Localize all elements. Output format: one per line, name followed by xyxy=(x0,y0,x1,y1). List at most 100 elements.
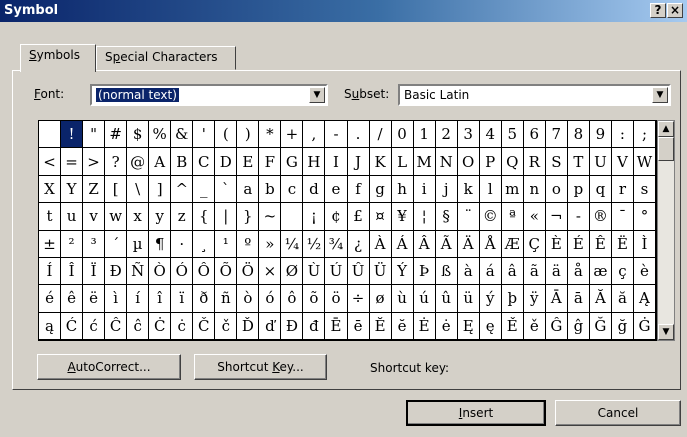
symbol-cell[interactable]: F xyxy=(259,148,282,176)
symbol-cell[interactable]: ø xyxy=(369,285,392,313)
symbol-cell[interactable]: Î xyxy=(61,257,84,286)
symbol-cell[interactable]: ) xyxy=(237,121,260,149)
symbol-cell[interactable]: ª xyxy=(501,203,524,231)
symbol-cell[interactable]: o xyxy=(545,175,568,204)
symbol-cell[interactable]: Đ xyxy=(281,312,304,340)
font-dropdown[interactable]: (normal text) ▼ xyxy=(90,84,328,106)
symbol-cell[interactable]: Ö xyxy=(237,257,260,286)
symbol-cell[interactable]: î xyxy=(149,285,172,313)
symbol-cell[interactable]: A xyxy=(149,148,172,176)
symbol-cell[interactable]: J xyxy=(347,148,370,176)
symbol-cell[interactable]: ¿ xyxy=(347,230,370,258)
symbol-cell[interactable]: V xyxy=(611,148,634,176)
symbol-cell[interactable]: Ç xyxy=(523,230,546,258)
symbol-cell[interactable]: Ë xyxy=(611,230,634,258)
symbol-cell[interactable]: - xyxy=(325,121,348,149)
symbol-cell[interactable]: Y xyxy=(61,175,84,204)
symbol-cell[interactable]: } xyxy=(237,203,260,231)
symbol-cell[interactable]: [ xyxy=(105,175,128,204)
symbol-cell[interactable]: 2 xyxy=(435,121,458,149)
symbol-cell[interactable]: ï xyxy=(171,285,194,313)
symbol-cell[interactable]: µ xyxy=(127,230,150,258)
symbol-cell[interactable]: B xyxy=(171,148,194,176)
symbol-cell[interactable]: * xyxy=(259,121,282,149)
symbol-cell[interactable]: v xyxy=(83,203,106,231)
symbol-cell[interactable]: E xyxy=(237,148,260,176)
symbol-cell[interactable]: ¬ xyxy=(545,203,568,231)
subset-dropdown[interactable]: Basic Latin ▼ xyxy=(398,84,671,106)
symbol-cell[interactable]: C xyxy=(193,148,216,176)
symbol-cell[interactable]: P xyxy=(479,148,502,176)
tab-symbols[interactable]: Symbols xyxy=(20,44,96,72)
symbol-cell[interactable]: â xyxy=(501,257,524,286)
symbol-cell[interactable]: = xyxy=(61,148,84,176)
symbol-cell[interactable]: 0 xyxy=(391,121,414,149)
symbol-cell[interactable]: ě xyxy=(523,312,546,340)
symbol-cell[interactable]: ¸ xyxy=(193,230,216,258)
symbol-cell[interactable]: Õ xyxy=(215,257,238,286)
symbol-cell[interactable]: » xyxy=(259,230,282,258)
symbol-cell[interactable]: ¢ xyxy=(325,203,348,231)
symbol-cell[interactable]: . xyxy=(347,121,370,149)
symbol-cell[interactable]: Â xyxy=(413,230,436,258)
symbol-cell[interactable]: û xyxy=(435,285,458,313)
symbol-cell[interactable]: ü xyxy=(457,285,480,313)
symbol-cell[interactable]: Æ xyxy=(501,230,524,258)
symbol-cell[interactable]: ¤ xyxy=(369,203,392,231)
symbol-cell[interactable]: ; xyxy=(633,121,656,149)
symbol-cell[interactable]: ą xyxy=(39,312,62,340)
symbol-cell[interactable]: ò xyxy=(237,285,260,313)
symbol-cell[interactable]: ¾ xyxy=(325,230,348,258)
symbol-cell[interactable]: D xyxy=(215,148,238,176)
cancel-button[interactable]: Cancel xyxy=(555,400,681,426)
symbol-cell[interactable]: à xyxy=(457,257,480,286)
symbol-cell[interactable]: $ xyxy=(127,121,150,149)
symbol-cell[interactable]: w xyxy=(105,203,128,231)
symbol-cell[interactable]: ñ xyxy=(215,285,238,313)
symbol-cell[interactable]: u xyxy=(61,203,84,231)
symbol-cell[interactable]: | xyxy=(215,203,238,231)
shortcut-key-button[interactable]: Shortcut Key... xyxy=(194,354,327,380)
symbol-cell[interactable]: ³ xyxy=(83,230,106,258)
symbol-cell[interactable]: ċ xyxy=(171,312,194,340)
symbol-cell[interactable]: k xyxy=(457,175,480,204)
symbol-cell[interactable]: S xyxy=(545,148,568,176)
symbol-cell[interactable]: r xyxy=(611,175,634,204)
symbol-cell[interactable]: ¥ xyxy=(391,203,414,231)
symbol-cell[interactable]: Ą xyxy=(633,285,656,313)
symbol-cell[interactable]: 3 xyxy=(457,121,480,149)
symbol-cell[interactable]: ĝ xyxy=(567,312,590,340)
symbol-cell[interactable]: x xyxy=(127,203,150,231)
symbol-cell[interactable]: Ù xyxy=(303,257,326,286)
symbol-cell[interactable]: ÿ xyxy=(523,285,546,313)
symbol-cell[interactable]: & xyxy=(171,121,194,149)
symbol-cell[interactable]: X xyxy=(39,175,62,204)
symbol-cell[interactable]: ¡ xyxy=(303,203,326,231)
symbol-cell[interactable]: , xyxy=(303,121,326,149)
symbol-cell[interactable]: ĉ xyxy=(127,312,150,340)
symbol-cell[interactable]: Č xyxy=(193,312,216,340)
symbol-cell[interactable]: á xyxy=(479,257,502,286)
symbol-cell[interactable]: ¹ xyxy=(215,230,238,258)
symbol-cell[interactable]: 6 xyxy=(523,121,546,149)
font-dropdown-arrow-icon[interactable]: ▼ xyxy=(309,87,325,103)
symbol-cell[interactable]: Ê xyxy=(589,230,612,258)
symbol-cell[interactable]: ~ xyxy=(259,203,282,231)
symbol-cell[interactable]: © xyxy=(479,203,502,231)
symbol-cell[interactable]: j xyxy=(435,175,458,204)
symbol-cell[interactable]: È xyxy=(545,230,568,258)
symbol-cell[interactable]: ę xyxy=(479,312,502,340)
symbol-cell[interactable]: K xyxy=(369,148,392,176)
symbol-cell[interactable]: Ï xyxy=(83,257,106,286)
symbol-cell[interactable]: / xyxy=(369,121,392,149)
symbol-cell[interactable]: Å xyxy=(479,230,502,258)
symbol-cell[interactable]: É xyxy=(567,230,590,258)
symbol-cell[interactable]: { xyxy=(193,203,216,231)
symbol-cell[interactable]: ù xyxy=(391,285,414,313)
symbol-cell[interactable]: a xyxy=(237,175,260,204)
symbol-cell[interactable]: ì xyxy=(105,285,128,313)
symbol-cell[interactable]: n xyxy=(523,175,546,204)
symbol-cell[interactable]: 5 xyxy=(501,121,524,149)
symbol-cell[interactable]: ² xyxy=(61,230,84,258)
symbol-cell[interactable]: \ xyxy=(127,175,150,204)
